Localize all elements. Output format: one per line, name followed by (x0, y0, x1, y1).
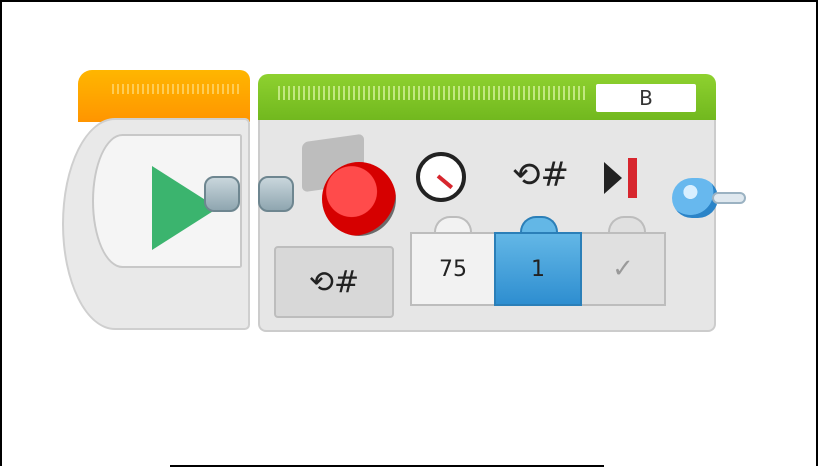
speed-input[interactable]: 75 (410, 232, 494, 306)
divider-line (170, 465, 604, 467)
start-block-body (62, 118, 250, 330)
port-selector[interactable]: B (596, 84, 696, 112)
brake-icon (600, 152, 650, 202)
motor-block-header: B (258, 74, 716, 124)
motor-sequence-in-connector[interactable] (258, 176, 294, 212)
header-texture (112, 84, 242, 94)
brake-at-end-toggle[interactable]: ✓ (582, 232, 666, 306)
start-sequence-out-connector[interactable] (204, 176, 240, 212)
rotations-input[interactable]: 1 (494, 232, 582, 306)
speedometer-icon (416, 152, 466, 202)
start-block-header (78, 70, 250, 122)
large-motor-icon (302, 133, 402, 236)
brake-bar (628, 158, 637, 198)
mode-selector-button[interactable]: ⟲# (274, 246, 394, 318)
header-texture (278, 86, 588, 100)
rotations-icon: ⟲# (512, 155, 569, 195)
brake-triangle (604, 162, 622, 194)
motor-hub (322, 162, 396, 236)
sequence-out-pin (712, 192, 746, 204)
